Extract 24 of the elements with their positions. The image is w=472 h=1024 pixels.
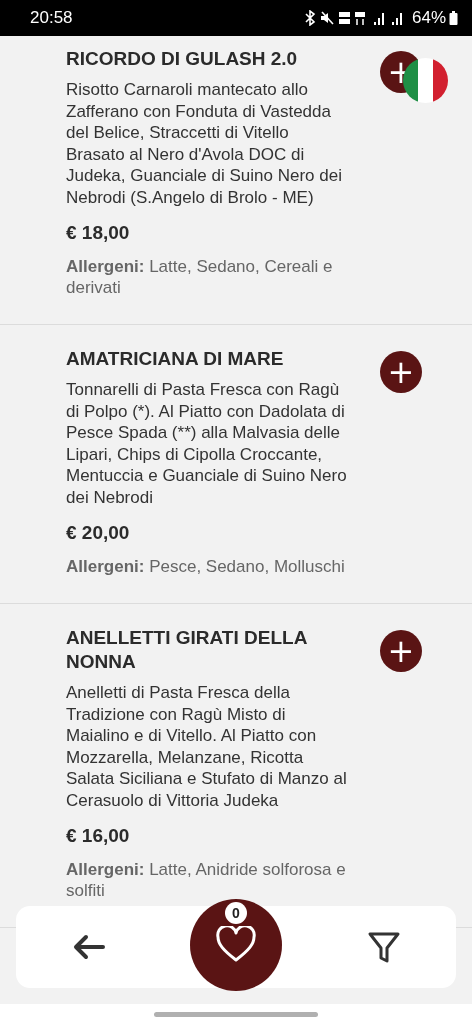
- battery-icon: [449, 10, 458, 26]
- bluetooth-icon: [303, 10, 316, 26]
- dish-description: Tonnarelli di Pasta Fresca con Ragù di Polpo (*). Al Piatto con Dadolata di Pesce Spada (**) alla Malvasia delle Lipari, Chips di Cipolla Croccante, Mentuccia e Guanciale di Suino Nero dei Nebrodi: [66, 379, 348, 508]
- dish-name: AMATRICIANA DI MARE: [66, 347, 285, 371]
- dish-price: € 18,00: [66, 222, 131, 244]
- dish-price: € 16,00: [66, 825, 131, 847]
- filter-button[interactable]: [367, 930, 401, 964]
- back-arrow-icon: [71, 932, 107, 962]
- allergen-list: Allergeni: Latte, Sedano, Cereali e derivati: [66, 256, 351, 298]
- battery-level: 64%: [411, 8, 446, 28]
- heart-icon: [215, 926, 257, 964]
- add-button[interactable]: +: [380, 630, 422, 672]
- mute-icon: [318, 10, 335, 26]
- dish-name: RICORDO DI GULASH 2.0: [66, 47, 299, 71]
- back-button[interactable]: [71, 932, 107, 962]
- allergen-list: Allergeni: Latte, Anidride solforosa e solfiti: [66, 859, 351, 901]
- clock: 20:58: [30, 8, 73, 28]
- dish-name: ANELLETTI GIRATI DELLA NONNA: [66, 626, 308, 674]
- dish-description: Anelletti di Pasta Fresca della Tradizione con Ragù Misto di Maialino e di Vitello. Al Piatto con Mozzarella, Melanzane, Ricotta Salata Siciliana e Stufato di Manzo al Cerasuolo di Vittoria Judeka: [66, 682, 348, 811]
- filter-icon: [367, 930, 401, 964]
- dish-description: Risotto Carnaroli mantecato allo Zafferano con Fonduta di Vastedda del Belice, Straccetti di Vitello Brasato al Nero d'Avola DOC di Judeka, Guanciale di Suino Nero dei Nebrodi (S.Angelo di Brolo - ME): [66, 79, 343, 208]
- allergen-list: Allergeni: Pesce, Sedano, Molluschi: [66, 556, 351, 577]
- dish-price: € 20,00: [66, 522, 131, 544]
- add-button[interactable]: +: [380, 351, 422, 393]
